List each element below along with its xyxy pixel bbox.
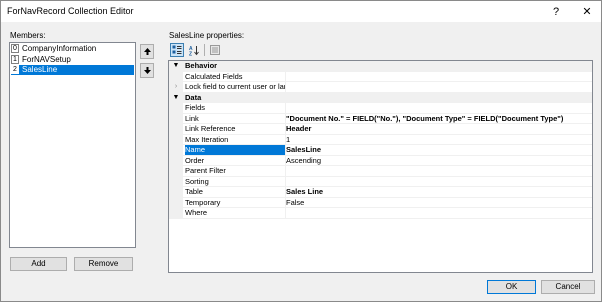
row-gutter [169, 124, 183, 135]
member-item[interactable]: 1 ForNAVSetup [11, 54, 134, 65]
window-title: ForNavRecord Collection Editor [7, 6, 134, 16]
property-row[interactable]: Sorting [169, 176, 592, 187]
expand-icon[interactable]: › [172, 82, 180, 93]
property-row[interactable]: Fields [169, 103, 592, 114]
row-gutter [169, 145, 183, 156]
categorized-button[interactable] [170, 43, 184, 57]
move-down-button[interactable] [140, 63, 154, 78]
property-row[interactable]: Link Reference Header [169, 124, 592, 135]
property-row[interactable]: › Lock field to current user or lan [169, 82, 592, 93]
member-item[interactable]: 0 CompanyInformation [11, 44, 134, 54]
add-button[interactable]: Add [10, 257, 67, 271]
remove-button[interactable]: Remove [74, 257, 133, 271]
help-button[interactable]: ? [540, 1, 572, 22]
property-row[interactable]: Where [169, 208, 592, 219]
category-behavior[interactable]: ▼ Behavior [169, 61, 592, 72]
property-row[interactable]: Order Ascending [169, 155, 592, 166]
title-bar: ForNavRecord Collection Editor ? ✕ [1, 1, 601, 22]
collection-editor-dialog: ForNavRecord Collection Editor ? ✕ Membe… [0, 0, 602, 302]
categorized-icon [172, 45, 182, 54]
row-divider [183, 217, 592, 219]
close-button[interactable]: ✕ [571, 1, 602, 22]
property-grid-toolbar: A Z [168, 42, 248, 59]
collapse-icon[interactable]: ▼ [172, 93, 180, 104]
property-grid[interactable]: ▼ Behavior Calculated Fields › Lock field to… [168, 60, 593, 273]
member-item[interactable]: 2 SalesLine [11, 65, 134, 75]
row-gutter [169, 197, 183, 208]
row-gutter [169, 113, 183, 124]
property-row[interactable]: Calculated Fields [169, 71, 592, 82]
toolbar-separator [204, 44, 205, 56]
property-pages-icon [210, 45, 220, 55]
property-row[interactable]: Table Sales Line [169, 187, 592, 198]
category-name: Data [185, 92, 202, 102]
row-gutter [169, 208, 183, 219]
move-up-button[interactable] [140, 44, 154, 59]
property-row[interactable]: Max Iteration 1 [169, 134, 592, 145]
category-name: Behavior [185, 61, 218, 70]
row-gutter [169, 71, 183, 82]
svg-text:Z: Z [189, 51, 192, 56]
members-label: Members: [10, 31, 46, 40]
property-row[interactable]: Name SalesLine [169, 145, 592, 156]
members-list[interactable]: 0 CompanyInformation 1 ForNAVSetup 2 SalesLin… [9, 42, 136, 248]
arrow-up-icon [143, 48, 151, 55]
row-gutter [169, 187, 183, 198]
row-gutter [169, 134, 183, 145]
properties-label: SalesLine properties: [169, 31, 245, 40]
member-name: ForNAVSetup [22, 54, 71, 64]
cancel-button[interactable]: Cancel [541, 280, 595, 294]
row-gutter [169, 103, 183, 114]
ok-button[interactable]: OK [487, 280, 536, 294]
row-gutter [169, 176, 183, 187]
property-row[interactable]: Parent Filter [169, 166, 592, 177]
property-row[interactable]: Link "Document No." = FIELD("No."), "Docu… [169, 113, 592, 124]
alphabetical-button[interactable]: A Z [187, 43, 201, 57]
member-name: SalesLine [22, 65, 58, 74]
row-gutter [169, 155, 183, 166]
arrow-down-icon [143, 67, 151, 74]
member-index: 2 [11, 65, 19, 74]
category-data[interactable]: ▼ Data [169, 92, 592, 104]
property-row[interactable]: Temporary False [169, 197, 592, 208]
sort-alphabetical-icon: A Z [189, 45, 199, 56]
row-gutter [169, 166, 183, 177]
member-index: 0 [11, 44, 19, 53]
member-index: 1 [11, 54, 19, 64]
collapse-icon[interactable]: ▼ [172, 61, 180, 72]
property-pages-button[interactable] [208, 43, 222, 57]
member-name: CompanyInformation [22, 44, 97, 53]
